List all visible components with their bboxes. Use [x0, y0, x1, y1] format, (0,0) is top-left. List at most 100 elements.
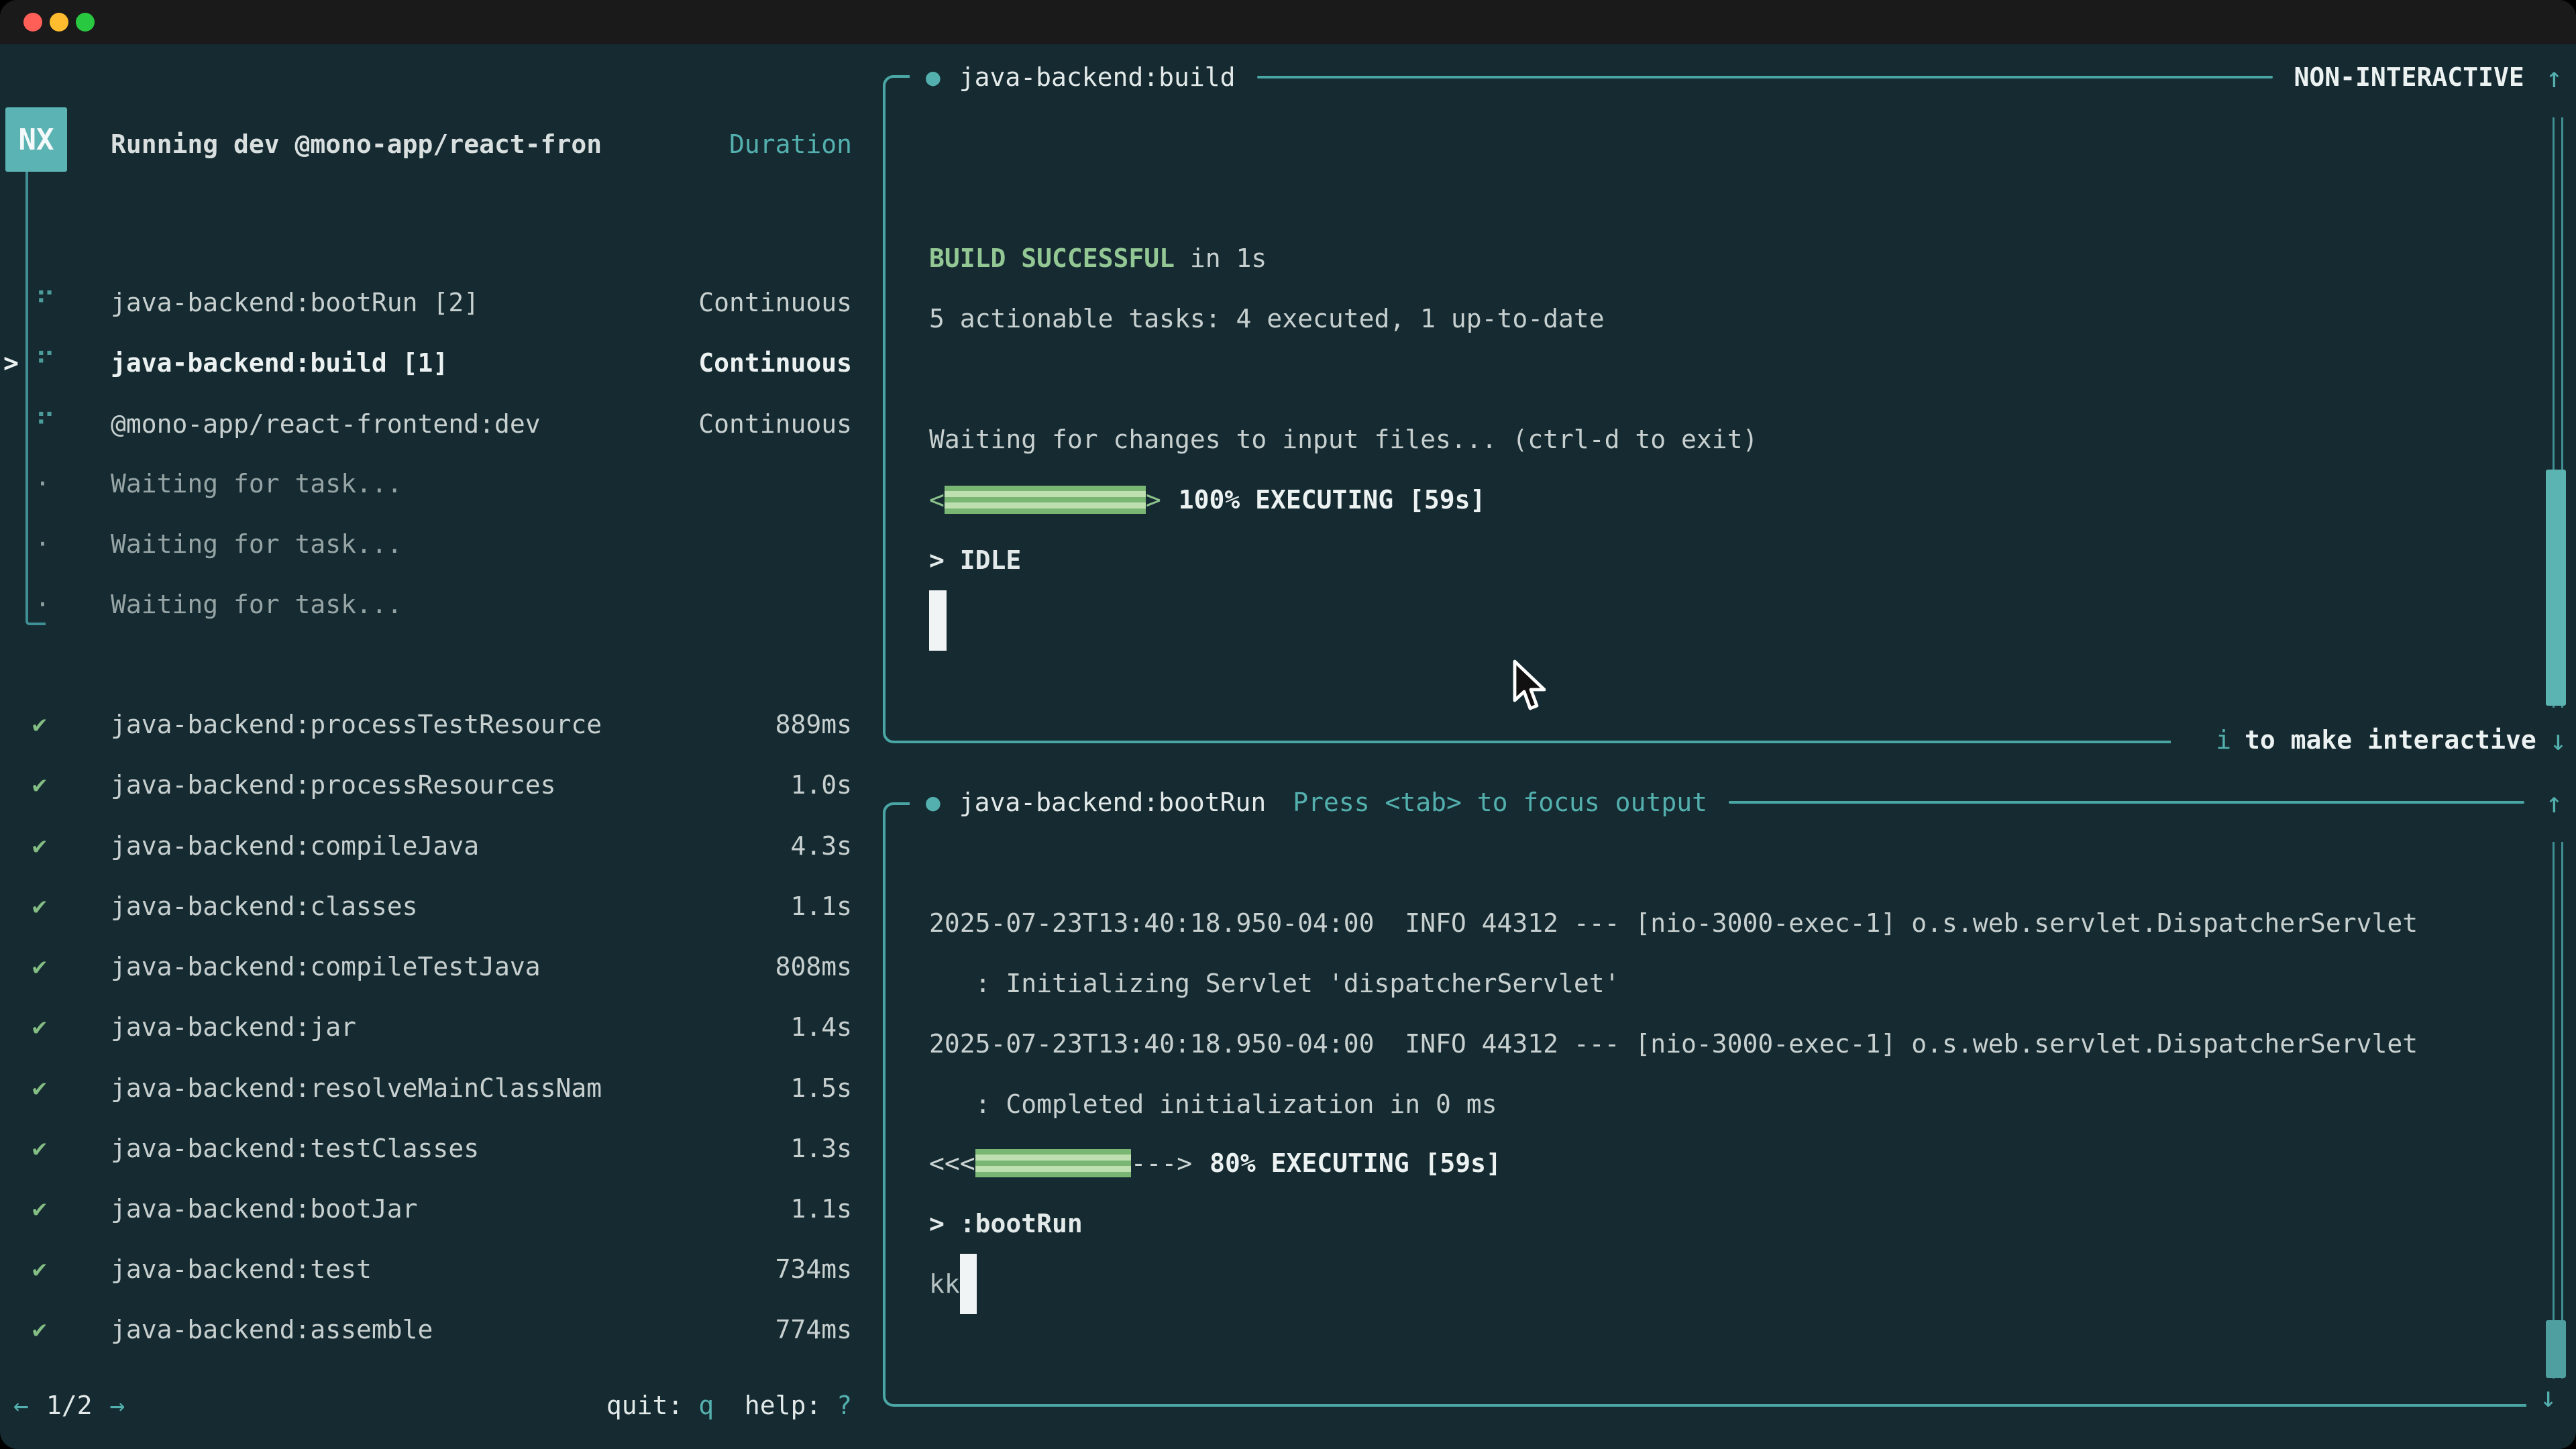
task-row-completed[interactable]: ✔ java-backend:testClasses 1.3s — [0, 1118, 872, 1179]
scroll-up-icon[interactable]: ↑ — [2546, 61, 2563, 94]
task-name: @mono-app/react-frontend:dev — [111, 409, 541, 439]
help-label: help: — [714, 1391, 837, 1420]
waiting-dot-icon: · — [35, 529, 50, 559]
task-bullet-icon: ● — [926, 789, 941, 816]
task-duration: 1.3s — [790, 1134, 852, 1163]
scroll-down-icon[interactable]: ↓ — [2540, 1381, 2557, 1413]
non-interactive-badge: NON-INTERACTIVE — [2294, 62, 2524, 92]
scroll-up-icon[interactable]: ↑ — [2546, 786, 2563, 819]
build-progress-bar: < > 100% EXECUTING [59s] — [929, 470, 1485, 530]
task-row-frontend-dev[interactable]: ⠋ @mono-app/react-frontend:dev Continuou… — [0, 394, 872, 454]
progress-fill — [975, 1149, 1131, 1177]
bootrun-panel-header[interactable]: ● java-backend:bootRun Press <tab> to fo… — [926, 772, 2563, 833]
task-row-completed[interactable]: ✔ java-backend:jar 1.4s — [0, 997, 872, 1057]
log-line: 2025-07-23T13:40:18.950-04:00 INFO 44312… — [929, 893, 2418, 953]
check-icon: ✔ — [32, 1014, 47, 1041]
build-waiting-line: Waiting for changes to input files... (c… — [929, 409, 1758, 470]
progress-close-bracket: ---> — [1131, 1148, 1193, 1178]
task-name: java-backend:bootRun [2] — [111, 288, 479, 317]
maximize-window-button[interactable] — [76, 13, 95, 32]
task-duration: 808ms — [775, 952, 852, 981]
bootrun-scrollbar-thumb[interactable] — [2546, 1320, 2566, 1378]
check-icon: ✔ — [32, 1256, 47, 1283]
task-name: Waiting for task... — [111, 529, 402, 559]
page-indicator: 1/2 — [46, 1391, 93, 1420]
check-icon: ✔ — [32, 1316, 47, 1344]
bootrun-scrollbar-track[interactable] — [2553, 842, 2563, 1379]
task-row-completed[interactable]: ✔ java-backend:processResources 1.0s — [0, 755, 872, 815]
task-row-build-selected[interactable]: > ⠋ java-backend:build [1] Continuous — [0, 333, 872, 393]
mouse-cursor-icon — [1511, 659, 1550, 721]
page-prev-arrow-icon[interactable]: ← — [13, 1391, 29, 1420]
progress-fill — [945, 486, 1146, 514]
task-row-completed[interactable]: ✔ java-backend:assemble 774ms — [0, 1299, 872, 1360]
task-duration: 734ms — [775, 1254, 852, 1284]
task-name: java-backend:processTestResource — [111, 710, 602, 739]
keyboard-hints: quit: q help: ? — [606, 1391, 852, 1420]
selected-caret-icon: > — [3, 348, 19, 378]
quit-label: quit: — [606, 1391, 698, 1420]
build-scrollbar-thumb[interactable] — [2546, 470, 2566, 706]
progress-close-bracket: > — [1146, 485, 1161, 515]
interactive-hint-key: i — [2216, 725, 2231, 755]
log-line: : Initializing Servlet 'dispatcherServle… — [929, 953, 1620, 1014]
check-icon: ✔ — [32, 771, 47, 799]
bootrun-progress-bar: <<< ---> 80% EXECUTING [59s] — [929, 1133, 1501, 1193]
build-panel-header[interactable]: ● java-backend:build NON-INTERACTIVE ↑ — [926, 47, 2563, 107]
terminal-cursor — [960, 1254, 977, 1314]
check-icon: ✔ — [32, 893, 47, 920]
build-successful-text: BUILD SUCCESSFUL — [929, 244, 1175, 273]
gradle-idle-line: > IDLE — [929, 530, 1021, 590]
task-name: java-backend:resolveMainClassNam — [111, 1073, 602, 1103]
waiting-dot-icon: · — [35, 469, 50, 498]
spinner-icon: ⠋ — [35, 286, 56, 319]
check-icon: ✔ — [32, 953, 47, 981]
task-row-completed[interactable]: ✔ java-backend:resolveMainClassNam 1.5s — [0, 1058, 872, 1118]
duration-column-header: Duration — [729, 129, 852, 159]
task-sidebar: NX Running dev @mono-app/react-fron Dura… — [0, 44, 872, 1449]
task-duration: 1.1s — [790, 1194, 852, 1224]
check-icon: ✔ — [32, 711, 47, 739]
terminal-window: NX Running dev @mono-app/react-fron Dura… — [0, 0, 2576, 1449]
task-bullet-icon: ● — [926, 64, 941, 91]
run-command-title: Running dev @mono-app/react-fron — [111, 129, 602, 159]
minimize-window-button[interactable] — [50, 13, 68, 32]
build-summary-line: 5 actionable tasks: 4 executed, 1 up-to-… — [929, 288, 1605, 349]
task-row-completed[interactable]: ✔ java-backend:test 734ms — [0, 1239, 872, 1299]
terminal-input-line[interactable]: kk — [929, 1254, 977, 1314]
spinner-icon: ⠋ — [35, 408, 56, 441]
scroll-down-icon[interactable]: ↓ — [2550, 724, 2567, 757]
task-row-waiting: · Waiting for task... — [0, 453, 872, 514]
gradle-prompt-line: > :bootRun — [929, 1193, 1083, 1254]
header-rule-line — [1257, 76, 2273, 78]
task-row-completed[interactable]: ✔ java-backend:compileJava 4.3s — [0, 816, 872, 876]
build-time-text: in 1s — [1175, 244, 1267, 273]
task-row-waiting: · Waiting for task... — [0, 514, 872, 574]
task-duration: 774ms — [775, 1315, 852, 1344]
task-duration: 889ms — [775, 710, 852, 739]
task-row-completed[interactable]: ✔ java-backend:processTestResource 889ms — [0, 694, 872, 755]
progress-label: 100% EXECUTING [59s] — [1179, 485, 1486, 515]
progress-open-bracket: <<< — [929, 1148, 975, 1178]
task-status: Continuous — [698, 348, 852, 378]
header-rule-line — [1729, 801, 2524, 804]
page-navigation: ← 1/2 → — [13, 1391, 125, 1420]
task-row-completed[interactable]: ✔ java-backend:compileTestJava 808ms — [0, 936, 872, 997]
interactive-hint: i to make interactive ↓ — [2180, 710, 2567, 770]
task-row-bootrun[interactable]: ⠋ java-backend:bootRun [2] Continuous — [0, 272, 872, 333]
close-window-button[interactable] — [23, 13, 42, 32]
check-icon: ✔ — [32, 1135, 47, 1163]
task-row-waiting: · Waiting for task... — [0, 574, 872, 635]
sidebar-footer: ← 1/2 → quit: q help: ? — [0, 1375, 872, 1436]
task-name: java-backend:jar — [111, 1012, 356, 1042]
check-icon: ✔ — [32, 1075, 47, 1102]
log-line: 2025-07-23T13:40:18.950-04:00 INFO 44312… — [929, 1014, 2418, 1074]
build-panel-title: java-backend:build — [959, 62, 1236, 92]
page-next-arrow-icon[interactable]: → — [110, 1391, 125, 1420]
task-name: java-backend:processResources — [111, 770, 555, 800]
task-name: java-backend:build [1] — [111, 348, 448, 378]
progress-label: 80% EXECUTING [59s] — [1210, 1148, 1501, 1178]
help-key: ? — [837, 1391, 852, 1420]
task-row-completed[interactable]: ✔ java-backend:bootJar 1.1s — [0, 1179, 872, 1239]
task-row-completed[interactable]: ✔ java-backend:classes 1.1s — [0, 876, 872, 936]
